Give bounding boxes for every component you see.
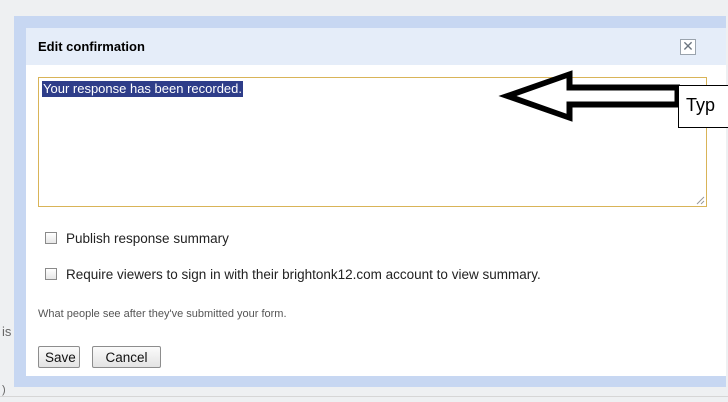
dialog-title: Edit confirmation <box>38 39 145 54</box>
divider <box>0 396 728 397</box>
require-sign-in-label: Require viewers to sign in with their br… <box>66 267 541 282</box>
annotation-callout-text: Typ <box>686 95 716 115</box>
require-sign-in-row: Require viewers to sign in with their br… <box>45 267 541 282</box>
hint-text: What people see after they've submitted … <box>38 308 287 320</box>
publish-summary-row: Publish response summary <box>45 231 229 246</box>
annotation-callout: Typ <box>678 85 728 128</box>
publish-summary-checkbox[interactable] <box>45 232 57 244</box>
require-sign-in-checkbox[interactable] <box>45 268 57 280</box>
publish-summary-label: Publish response summary <box>66 231 229 246</box>
left-arrow-icon <box>498 70 680 122</box>
close-button[interactable]: ✕ <box>680 39 696 55</box>
dialog-header: Edit confirmation ✕ <box>26 28 726 65</box>
save-button[interactable]: Save <box>38 346 80 368</box>
close-icon: ✕ <box>682 38 694 54</box>
confirmation-message-text: Your response has been recorded. <box>42 81 243 97</box>
resize-grip-icon[interactable] <box>696 196 705 205</box>
cancel-button[interactable]: Cancel <box>92 346 161 368</box>
background-text-fragment: is <box>2 324 12 339</box>
background-text-fragment: ) <box>2 384 6 396</box>
